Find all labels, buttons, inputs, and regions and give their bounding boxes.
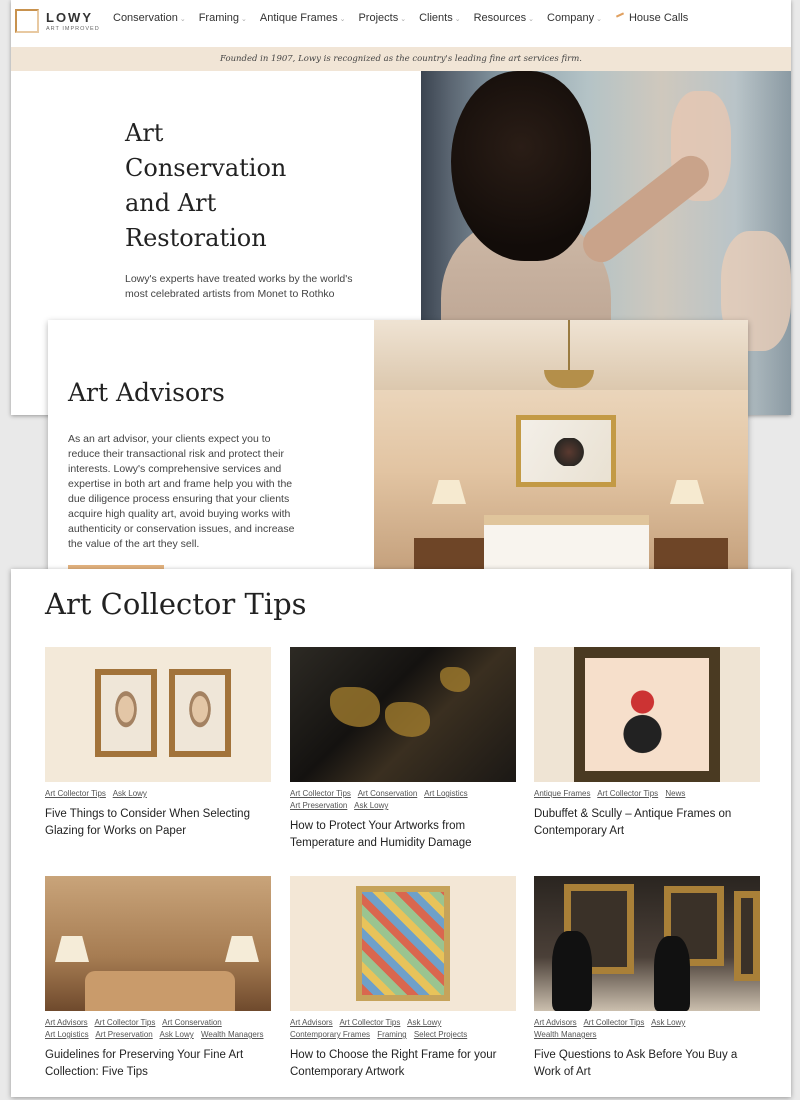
tag-link[interactable]: Wealth Managers (534, 1030, 597, 1039)
logo-mark-icon (15, 9, 39, 33)
chevron-down-icon: ⌄ (339, 16, 346, 23)
tag-link[interactable]: Art Preservation (95, 1030, 152, 1039)
card-title[interactable]: Five Things to Consider When Selecting G… (45, 806, 271, 840)
tag-link[interactable]: Ask Lowy (651, 1018, 685, 1027)
advisors-title: Art Advisors (68, 378, 225, 407)
tag-link[interactable]: Art Collector Tips (339, 1018, 400, 1027)
advisors-bedroom-image (374, 320, 748, 572)
tag-link[interactable]: Art Collector Tips (597, 789, 658, 798)
advisors-description: As an art advisor, your clients expect y… (68, 433, 295, 550)
tag-link[interactable]: News (665, 789, 685, 798)
chevron-down-icon: ⌄ (179, 16, 186, 23)
tag-link[interactable]: Art Conservation (162, 1018, 222, 1027)
tag-link[interactable]: Art Conservation (358, 789, 418, 798)
art-advisors-card: Art Advisors As an art advisor, your cli… (48, 320, 748, 572)
tag-link[interactable]: Art Collector Tips (583, 1018, 644, 1027)
logo-tagline: ART IMPROVED (46, 26, 100, 32)
logo-name: LOWY (46, 10, 93, 25)
house-calls-icon (615, 14, 625, 22)
tip-card[interactable]: Art Advisors Art Collector Tips Ask Lowy… (534, 876, 760, 1081)
card-thumbnail[interactable] (290, 647, 516, 782)
card-title[interactable]: Dubuffet & Scully – Antique Frames on Co… (534, 806, 760, 840)
nav-item-projects[interactable]: Projects ⌄ (358, 12, 406, 24)
card-thumbnail[interactable] (290, 876, 516, 1011)
chevron-down-icon: ⌄ (241, 16, 247, 23)
card-title[interactable]: How to Protect Your Artworks from Temper… (290, 818, 516, 852)
tips-title: Art Collector Tips (45, 587, 307, 621)
chevron-down-icon: ⌄ (400, 16, 407, 23)
tag-link[interactable]: Wealth Managers (201, 1030, 264, 1039)
nav-item-clients[interactable]: Clients ⌄ (419, 12, 461, 24)
chevron-down-icon: ⌄ (528, 16, 535, 23)
hero-description: Lowy's experts have treated works by the… (125, 273, 353, 300)
tag-link[interactable]: Ask Lowy (113, 789, 147, 798)
tip-card[interactable]: Antique Frames Art Collector Tips News D… (534, 647, 760, 840)
card-title[interactable]: How to Choose the Right Frame for your C… (290, 1047, 516, 1081)
tip-card[interactable]: Art Collector Tips Ask Lowy Five Things … (45, 647, 271, 840)
lowy-logo[interactable]: LOWY ART IMPROVED (15, 8, 105, 36)
chandelier-icon (524, 320, 614, 395)
main-nav: LOWY ART IMPROVED Conservation ⌄ Framing ⌄… (11, 0, 791, 40)
card-tags: Art Collector Tips Art Conservation Art … (290, 788, 516, 812)
tag-link[interactable]: Ask Lowy (160, 1030, 194, 1039)
card-thumbnail[interactable] (534, 876, 760, 1011)
tag-link[interactable]: Art Collector Tips (45, 789, 106, 798)
card-thumbnail[interactable] (534, 647, 760, 782)
tag-link[interactable]: Art Collector Tips (290, 789, 351, 798)
tag-link[interactable]: Contemporary Frames (290, 1030, 370, 1039)
nav-item-resources[interactable]: Resources ⌄ (474, 12, 534, 24)
tag-link[interactable]: Art Collector Tips (94, 1018, 155, 1027)
tag-link[interactable]: Ask Lowy (407, 1018, 441, 1027)
tag-link[interactable]: Art Advisors (45, 1018, 88, 1027)
tip-card[interactable]: Art Collector Tips Art Conservation Art … (290, 647, 516, 852)
founded-banner: Founded in 1907, Lowy is recognized as t… (11, 47, 791, 71)
card-tags: Antique Frames Art Collector Tips News (534, 788, 760, 800)
nav-item-antique-frames[interactable]: Antique Frames ⌄ (260, 12, 346, 24)
card-title[interactable]: Five Questions to Ask Before You Buy a W… (534, 1047, 760, 1081)
card-tags: Art Advisors Art Collector Tips Ask Lowy… (534, 1017, 760, 1041)
tag-link[interactable]: Art Logistics (45, 1030, 89, 1039)
tip-card[interactable]: Art Advisors Art Collector Tips Art Cons… (45, 876, 271, 1081)
card-tags: Art Collector Tips Ask Lowy (45, 788, 271, 800)
card-thumbnail[interactable] (45, 876, 271, 1011)
card-thumbnail[interactable] (45, 647, 271, 782)
tag-link[interactable]: Art Advisors (290, 1018, 333, 1027)
tip-card[interactable]: Art Advisors Art Collector Tips Ask Lowy… (290, 876, 516, 1081)
hero-title: Art Conservation and Art Restoration (125, 119, 287, 252)
tag-link[interactable]: Framing (377, 1030, 406, 1039)
card-tags: Art Advisors Art Collector Tips Art Cons… (45, 1017, 271, 1041)
nav-item-house-calls[interactable]: House Calls (615, 12, 688, 24)
chevron-down-icon: ⌄ (596, 16, 602, 23)
tag-link[interactable]: Ask Lowy (354, 801, 388, 810)
tag-link[interactable]: Art Advisors (534, 1018, 577, 1027)
tag-link[interactable]: Art Preservation (290, 801, 347, 810)
nav-item-company[interactable]: Company ⌄ (547, 12, 602, 24)
card-title[interactable]: Guidelines for Preserving Your Fine Art … (45, 1047, 271, 1081)
tag-link[interactable]: Art Logistics (424, 789, 468, 798)
art-collector-tips-section: Art Collector Tips Art Collector Tips As… (11, 569, 791, 1097)
nav-item-framing[interactable]: Framing ⌄ (199, 12, 247, 24)
card-tags: Art Advisors Art Collector Tips Ask Lowy… (290, 1017, 516, 1041)
chevron-down-icon: ⌄ (454, 16, 461, 23)
tag-link[interactable]: Select Projects (414, 1030, 467, 1039)
tag-link[interactable]: Antique Frames (534, 789, 590, 798)
nav-item-conservation[interactable]: Conservation ⌄ (113, 12, 186, 24)
